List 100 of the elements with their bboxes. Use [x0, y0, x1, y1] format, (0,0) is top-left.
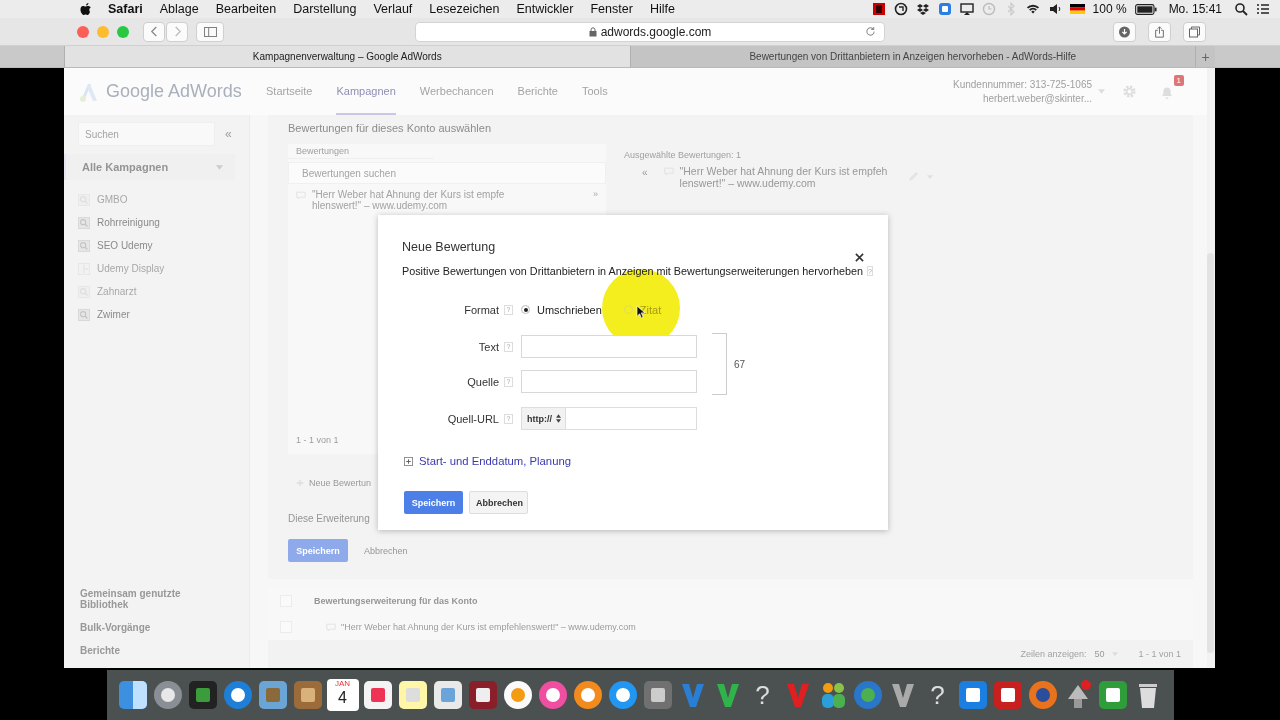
campaign-link[interactable]: Zahnarzt — [97, 286, 137, 297]
search-icon[interactable] — [1234, 2, 1248, 16]
menu-item[interactable]: Lesezeichen — [429, 2, 500, 16]
dock-item[interactable]: ? — [921, 679, 954, 711]
field-label: Text — [477, 340, 499, 353]
clock[interactable]: Mo. 15:41 — [1168, 2, 1222, 16]
back-button[interactable] — [143, 21, 165, 42]
menu-item[interactable]: Entwickler — [516, 2, 574, 16]
review-text: "Herr Weber hat Ahnung der Kurs ist empfe hlenswert!" – www.udemy.com — [312, 189, 505, 211]
review-text: "Herr Weber hat Ahnung der Kurs ist empfeh lenswert!" – www.udemy.com — [679, 165, 888, 189]
search-field[interactable]: Bewertungen suchen — [288, 162, 606, 184]
nav-tab[interactable]: Tools — [581, 68, 608, 115]
section-title: Bewertungen für dieses Konto auswählen — [288, 122, 493, 134]
share-button[interactable] — [1148, 21, 1171, 42]
input-field[interactable] — [521, 335, 697, 358]
app-icon[interactable] — [937, 2, 952, 16]
chevron-left-icon[interactable] — [149, 26, 159, 37]
rows-dropdown[interactable]: 50 — [1094, 649, 1105, 659]
menu-item[interactable]: Hilfe — [649, 2, 675, 16]
campaign-link[interactable]: Udemy Display — [97, 263, 165, 274]
pagination-text: 1 - 1 von 1 — [295, 434, 340, 447]
share-icon[interactable] — [1153, 25, 1166, 38]
sidebar-button[interactable] — [196, 21, 224, 42]
app-icon[interactable] — [116, 679, 149, 711]
add-button[interactable]: » — [593, 189, 598, 199]
campaign-link[interactable]: GMBO — [97, 194, 128, 205]
app-icon[interactable] — [186, 679, 219, 711]
volume-icon[interactable] — [1047, 2, 1062, 16]
app-icon[interactable] — [991, 679, 1024, 711]
nav-tab[interactable]: Startseite — [266, 68, 313, 115]
collapse-button[interactable]: « — [225, 127, 232, 141]
menu-item[interactable]: Bearbeiten — [215, 2, 277, 16]
download-icon[interactable] — [1118, 25, 1131, 38]
apple-icon[interactable] — [80, 1, 93, 17]
menu-item[interactable]: Fenster — [590, 2, 633, 16]
app-menu[interactable]: Safari — [108, 2, 143, 16]
dialog-title: Neue Bewertung — [402, 240, 497, 254]
sidebar-icon[interactable] — [203, 25, 217, 38]
calendar-icon[interactable]: JAN 4 — [326, 679, 359, 711]
bracket-line — [712, 333, 727, 395]
menu-item[interactable]: Verlauf — [373, 2, 413, 16]
expand-icon[interactable] — [404, 456, 413, 466]
close-icon[interactable] — [855, 253, 864, 262]
sidebar-link[interactable]: Berichte — [64, 645, 200, 656]
cancel-button[interactable]: Abbrechen — [358, 539, 414, 562]
globe-icon[interactable] — [851, 679, 884, 711]
field-label: Format — [463, 303, 499, 316]
field-label: Quell-URL — [446, 412, 499, 425]
battery-icon[interactable] — [1134, 3, 1157, 15]
campaign-link[interactable]: Rohrreinigung — [97, 217, 160, 228]
film-icon[interactable] — [871, 2, 886, 16]
logo-text: Google AdWords — [106, 81, 243, 102]
address-bar[interactable]: adwords.google.com — [415, 21, 885, 42]
tabs-button[interactable] — [1183, 21, 1206, 42]
rows-label: Zeilen anzeigen: — [1020, 649, 1087, 659]
save-button[interactable]: Speichern — [404, 491, 463, 514]
notepad-icon[interactable] — [396, 679, 429, 711]
tabs-icon[interactable] — [1188, 25, 1201, 38]
browser-tab[interactable]: Kampagnenverwaltung – Google AdWords — [64, 46, 630, 67]
save-button[interactable]: Speichern — [288, 539, 348, 562]
radio-button[interactable] — [521, 305, 530, 314]
box-icon[interactable] — [915, 2, 930, 16]
new-review-link[interactable]: Neue Bewertun — [309, 478, 372, 488]
app-icon[interactable] — [431, 679, 464, 711]
wifi-icon[interactable] — [1025, 2, 1040, 16]
character-counter: 67 — [734, 358, 746, 370]
app-icon[interactable] — [1096, 679, 1129, 711]
download-button[interactable] — [1113, 21, 1136, 42]
remove-button[interactable]: « — [642, 167, 648, 178]
scrollbar-thumb[interactable] — [1207, 253, 1214, 653]
campaign-link[interactable]: SEO Udemy — [97, 240, 153, 251]
customer-id: Kundennummer: 313-725-1065 — [953, 79, 1092, 90]
app-icon[interactable] — [606, 679, 639, 711]
campaign-link[interactable]: Zwimer — [97, 309, 130, 320]
flag-icon[interactable] — [1069, 4, 1085, 14]
display-icon[interactable] — [959, 2, 974, 16]
nav-tab[interactable]: Werbechancen — [419, 68, 494, 115]
schedule-link[interactable]: Start- und Enddatum, Planung — [419, 455, 571, 467]
dock-item[interactable]: ? — [746, 679, 779, 711]
new-tab-button[interactable]: + — [1195, 46, 1215, 67]
search-field[interactable]: Suchen — [78, 122, 215, 146]
sidebar-link[interactable]: Gemeinsam genutzte Bibliothek — [64, 588, 200, 610]
app-icon[interactable] — [956, 679, 989, 711]
cancel-button[interactable]: Abbrechen — [469, 491, 528, 514]
field-label: Quelle — [466, 375, 499, 388]
account-email[interactable]: herbert.weber@skinter... — [982, 93, 1092, 104]
menu-item[interactable]: Darstellung — [293, 2, 357, 16]
menu-item[interactable]: Ablage — [159, 2, 199, 16]
sidebar-link[interactable]: Bulk-Vorgänge — [64, 622, 200, 633]
column-header: Bewertungserweiterung für das Konto — [314, 596, 478, 606]
sync-icon[interactable] — [893, 2, 908, 16]
panel-header: Ausgewählte Bewertungen: 1 — [624, 150, 743, 160]
battery-percentage: 100 % — [1092, 2, 1127, 16]
app-icon[interactable] — [466, 679, 499, 711]
browser-tab[interactable]: Bewertungen von Drittanbietern in Anzeigen hervorheben - AdWords-Hilfe — [629, 46, 1195, 67]
radio-label[interactable]: Umschrieben — [537, 303, 602, 316]
nav-tab[interactable]: Berichte — [517, 68, 558, 115]
input-field[interactable] — [521, 370, 697, 393]
pagination-text: 1 - 1 von 1 — [1138, 649, 1181, 659]
close-window-button[interactable] — [77, 25, 89, 38]
